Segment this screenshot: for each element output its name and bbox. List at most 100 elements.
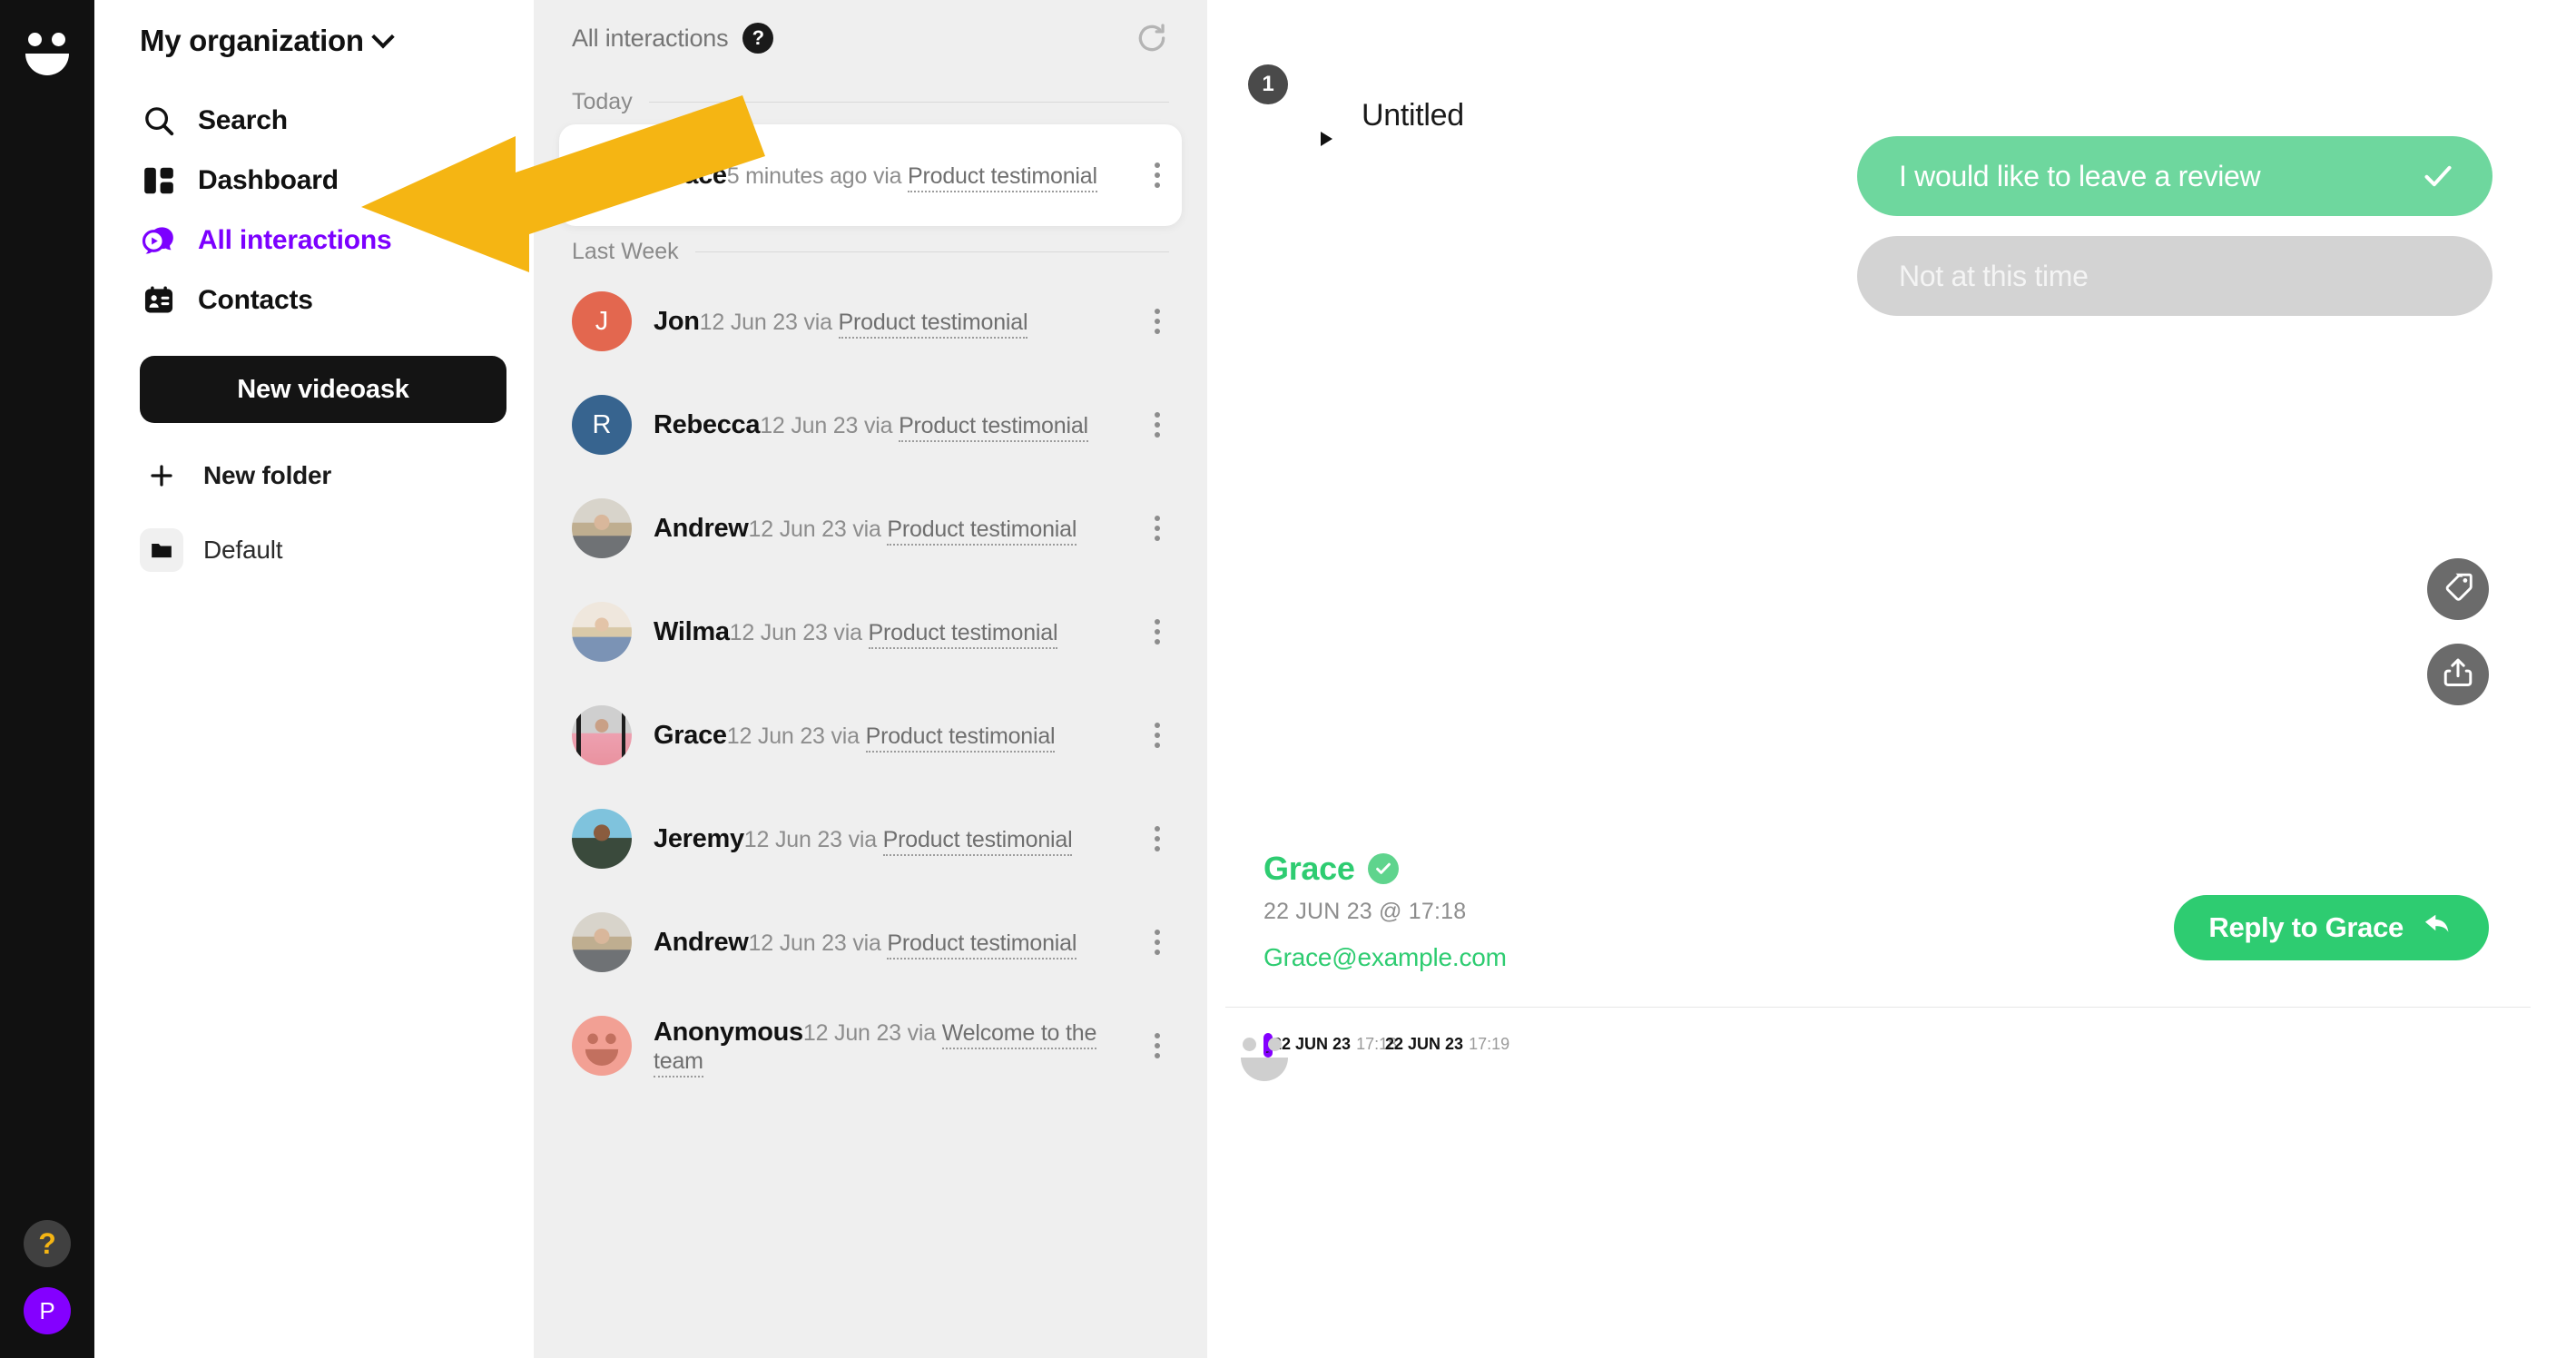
interaction-item-source[interactable]: Product testimonial: [887, 930, 1077, 959]
interaction-item-time: 12 Jun 23: [729, 619, 828, 645]
floating-action-buttons: [2427, 558, 2489, 705]
answer-bubble-selected[interactable]: I would like to leave a review: [1857, 136, 2492, 216]
interaction-item-menu-button[interactable]: [1142, 1033, 1173, 1058]
check-icon: [2420, 158, 2456, 194]
play-icon[interactable]: [1308, 122, 1342, 156]
help-button[interactable]: ?: [24, 1220, 71, 1267]
avatar: [572, 498, 632, 558]
new-videoask-button[interactable]: New videoask: [140, 356, 506, 423]
interaction-item-source[interactable]: Product testimonial: [882, 826, 1073, 856]
interactions-list-title: All interactions: [572, 24, 729, 52]
avatar: [572, 705, 632, 765]
folder-icon: [140, 528, 183, 572]
interaction-item-menu-button[interactable]: [1142, 516, 1173, 541]
share-icon: [2441, 655, 2475, 694]
interaction-item-via: via: [872, 162, 902, 189]
tag-button[interactable]: [2427, 558, 2489, 620]
interaction-list-item[interactable]: Wilma12 Jun 23 via Product testimonial: [559, 585, 1182, 679]
sidebar-item-all-interactions-label: All interactions: [198, 225, 392, 255]
interaction-list-item[interactable]: R Rebecca12 Jun 23 via Product testimonia…: [559, 378, 1182, 472]
interaction-item-via: via: [831, 723, 860, 749]
interaction-list-item[interactable]: Anonymous12 Jun 23 via Welcome to the te…: [559, 999, 1182, 1093]
reply-button-label: Reply to Grace: [2208, 911, 2404, 943]
verified-check-icon: [1367, 853, 1399, 884]
sidebar-item-dashboard[interactable]: Dashboard: [127, 151, 501, 211]
interaction-detail-panel: 1 Untitled I would like to leave a revie…: [1225, 45, 2531, 1358]
sidebar-item-search[interactable]: Search: [127, 91, 501, 151]
dashboard-icon: [140, 162, 178, 200]
interaction-item-menu-button[interactable]: [1142, 723, 1173, 748]
interaction-item-source[interactable]: Product testimonial: [899, 412, 1088, 442]
detail-top-area: 1 Untitled I would like to leave a revie…: [1225, 45, 2531, 1007]
timeline-date: 22 JUN 23: [1385, 1035, 1464, 1053]
sidebar-item-search-label: Search: [198, 105, 288, 135]
interaction-list-item[interactable]: Andrew12 Jun 23 via Product testimonial: [559, 481, 1182, 576]
interaction-item-text: Wilma12 Jun 23 via Product testimonial: [654, 616, 1120, 649]
interaction-list-item[interactable]: J Jon12 Jun 23 via Product testimonial: [559, 274, 1182, 369]
timeline-thumbnail-item[interactable]: 22 JUN 23 17:18: [1241, 1033, 1397, 1081]
avatar-photo: [572, 809, 632, 869]
interaction-item-text: Rebecca12 Jun 23 via Product testimonial: [654, 409, 1120, 442]
interaction-item-via: via: [863, 412, 893, 438]
interaction-item-menu-button[interactable]: [1142, 930, 1173, 955]
organization-switcher[interactable]: My organization: [140, 24, 501, 58]
answer-bubble-unselected[interactable]: Not at this time: [1857, 236, 2492, 316]
answer-bubble-unselected-label: Not at this time: [1899, 259, 2089, 292]
sidebar-item-contacts[interactable]: Contacts: [127, 271, 501, 330]
help-icon[interactable]: ?: [742, 23, 774, 54]
plus-icon: [140, 454, 183, 497]
contact-info: Grace 22 JUN 23 @ 17:18 Grace@example.co…: [1263, 850, 1507, 972]
contact-email[interactable]: Grace@example.com: [1263, 943, 1507, 972]
interaction-item-source[interactable]: Product testimonial: [887, 516, 1077, 546]
interaction-item-menu-button[interactable]: [1142, 619, 1173, 645]
rail-bottom-group: ? P: [0, 1220, 94, 1334]
interaction-item-subtitle: 12 Jun 23 via Product testimonial: [743, 826, 1073, 856]
interaction-item-name: Andrew: [654, 927, 749, 957]
sidebar-nav: Search Dashboard All interactions Contac…: [127, 91, 501, 330]
avatar-initial: R: [572, 395, 632, 455]
interaction-item-source[interactable]: Product testimonial: [838, 309, 1028, 339]
timeline-thumbnail-item[interactable]: 22 JUN 23 17:19: [1385, 1035, 1509, 1054]
interaction-item-name: Jeremy: [654, 823, 744, 853]
interaction-item-menu-button[interactable]: [1142, 309, 1173, 334]
reply-arrow-icon: [2422, 908, 2454, 948]
interaction-item-source[interactable]: Product testimonial: [868, 619, 1058, 649]
interaction-item-text: Grace5 minutes ago via Product testimoni…: [654, 160, 1120, 192]
interaction-item-menu-button[interactable]: [1142, 826, 1173, 851]
interaction-list-item[interactable]: Andrew12 Jun 23 via Product testimonial: [559, 895, 1182, 989]
contact-name[interactable]: Grace: [1263, 850, 1355, 888]
interaction-item-time: 5 minutes ago: [726, 162, 868, 189]
new-folder-button[interactable]: New folder: [140, 454, 501, 497]
interaction-item-menu-button[interactable]: [1142, 412, 1173, 438]
interaction-item-time: 12 Jun 23: [743, 826, 842, 852]
folder-item-default[interactable]: Default: [140, 528, 501, 572]
user-avatar[interactable]: P: [24, 1287, 71, 1334]
interaction-list-item[interactable]: Grace12 Jun 23 via Product testimonial: [559, 688, 1182, 782]
logo-eye-right: [52, 33, 65, 46]
interaction-item-source[interactable]: Product testimonial: [865, 723, 1056, 753]
interactions-group-label: Last Week: [559, 239, 1182, 265]
organization-title: My organization: [140, 24, 364, 57]
smiley-logo-icon[interactable]: [22, 24, 73, 75]
interaction-item-menu-button[interactable]: [1142, 162, 1173, 188]
smiley-face-icon: [1241, 1038, 1295, 1081]
interaction-item-source[interactable]: Product testimonial: [908, 162, 1097, 192]
interaction-item-via: via: [833, 619, 862, 645]
interaction-list-item[interactable]: Jeremy12 Jun 23 via Product testimonial: [559, 792, 1182, 886]
videoask-header[interactable]: 1 Untitled: [1225, 45, 2531, 156]
share-button[interactable]: [2427, 644, 2489, 705]
refresh-icon[interactable]: [1135, 21, 1169, 55]
sidebar-item-contacts-label: Contacts: [198, 285, 313, 315]
reply-button[interactable]: Reply to Grace: [2174, 895, 2489, 960]
group-label-text: Today: [572, 89, 633, 114]
interaction-item-text: Jon12 Jun 23 via Product testimonial: [654, 306, 1120, 339]
group-label-text: Last Week: [572, 239, 679, 264]
interaction-item-name: Anonymous: [654, 1018, 803, 1048]
videoask-thumbnail-wrap[interactable]: 1: [1248, 64, 1342, 156]
avatar: R: [572, 395, 632, 455]
timeline-thumbnail: [1241, 1033, 1295, 1081]
sidebar-item-all-interactions[interactable]: All interactions: [127, 211, 501, 271]
interaction-list-item[interactable]: Grace5 minutes ago via Product testimoni…: [559, 124, 1182, 226]
interaction-item-time: 12 Jun 23: [760, 412, 859, 438]
interactions-list-header: All interactions ?: [559, 0, 1182, 76]
